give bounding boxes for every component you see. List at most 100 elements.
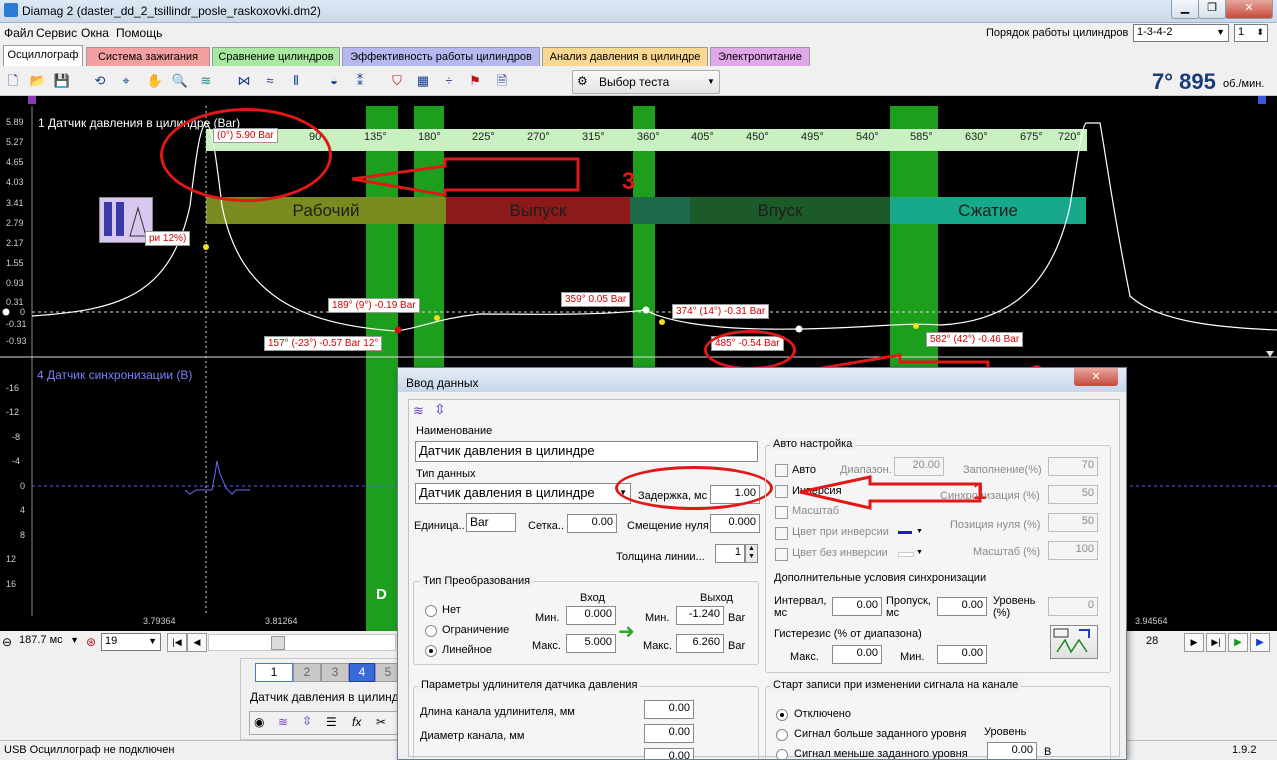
type-select[interactable]: Датчик давления в цилиндре ▼ bbox=[415, 483, 631, 504]
inversion-checkbox[interactable] bbox=[775, 485, 788, 498]
flag-icon[interactable]: ⚑ bbox=[465, 71, 485, 91]
tab-efficiency[interactable]: Эффективность работы цилиндров bbox=[342, 47, 540, 66]
start-level-input[interactable]: 0.00 bbox=[987, 742, 1037, 759]
marker-icon[interactable]: ⁑ bbox=[350, 71, 370, 91]
scale-checkbox[interactable] bbox=[775, 506, 788, 519]
tab-ignition[interactable]: Система зажигания bbox=[86, 47, 210, 66]
marker-point[interactable] bbox=[394, 326, 402, 334]
down-arrow-icon[interactable] bbox=[1266, 351, 1274, 357]
zero-position-input[interactable]: 50 bbox=[1048, 513, 1098, 532]
compress-icon[interactable]: ⋈ bbox=[234, 71, 254, 91]
eye-icon[interactable]: ◉ bbox=[254, 715, 264, 729]
offset-input[interactable]: 0.000 bbox=[710, 514, 760, 533]
tab-power[interactable]: Электропитание bbox=[710, 47, 810, 66]
last-frame-button[interactable]: ▶| bbox=[1206, 633, 1226, 652]
auto-icon[interactable]: ◒ bbox=[324, 71, 344, 91]
dialog-close-button[interactable]: ✕ bbox=[1074, 368, 1118, 386]
in-max-input[interactable]: 5.000 bbox=[566, 634, 616, 653]
close-button[interactable]: ✕ bbox=[1225, 0, 1273, 19]
color-swatch-white[interactable] bbox=[898, 552, 914, 557]
normal-color-checkbox[interactable] bbox=[775, 548, 788, 561]
prev-frame-button[interactable]: ◀ bbox=[187, 633, 207, 652]
maximize-button[interactable]: ❐ bbox=[1198, 0, 1226, 19]
marker-point[interactable] bbox=[795, 325, 803, 333]
tab-pressure-analysis[interactable]: Анализ давления в цилиндре bbox=[542, 47, 708, 66]
scroll-thumb[interactable] bbox=[271, 636, 285, 650]
first-frame-button[interactable]: |◀ bbox=[167, 633, 187, 652]
out-min-input[interactable]: -1.240 bbox=[676, 606, 724, 625]
wave-icon[interactable]: ≈ bbox=[260, 71, 280, 91]
skip-input[interactable]: 0.00 bbox=[937, 597, 987, 616]
hand-icon[interactable]: ✋ bbox=[145, 71, 165, 91]
test-select-button[interactable]: ⚙ Выбор теста ▼ bbox=[572, 70, 720, 94]
end-marker[interactable] bbox=[1258, 96, 1266, 104]
out-max-input[interactable]: 6.260 bbox=[676, 634, 724, 653]
extension-length-input[interactable]: 0.00 bbox=[644, 700, 694, 719]
tools-icon[interactable]: ✂ bbox=[376, 715, 386, 729]
cylinder-order-select[interactable]: 1-3-4-2 ▼ bbox=[1133, 24, 1229, 42]
level-input[interactable]: 0 bbox=[1048, 597, 1098, 616]
marker-point[interactable] bbox=[913, 323, 919, 329]
marker-point[interactable] bbox=[659, 319, 665, 325]
save-icon[interactable]: 💾 bbox=[52, 71, 72, 91]
cylinder-select[interactable]: 1 ⬍ bbox=[1234, 24, 1268, 42]
unit-input[interactable]: Bar bbox=[466, 513, 516, 532]
next-frame-button[interactable]: ▶ bbox=[1184, 633, 1204, 652]
hysteresis-max-input[interactable]: 0.00 bbox=[832, 645, 882, 664]
stack-icon[interactable]: ≋ bbox=[196, 71, 216, 91]
sync-input[interactable]: 50 bbox=[1048, 485, 1098, 504]
radio-none[interactable] bbox=[425, 605, 437, 617]
radio-below-level[interactable] bbox=[776, 749, 788, 759]
menu-service[interactable]: Сервис bbox=[36, 26, 77, 40]
auto-checkbox[interactable] bbox=[775, 464, 788, 477]
play-fast-button[interactable]: ▶ bbox=[1250, 633, 1270, 652]
play-button[interactable]: ▶ bbox=[1228, 633, 1248, 652]
in-min-input[interactable]: 0.000 bbox=[566, 606, 616, 625]
period-select[interactable]: 187.7 мс ▼ bbox=[16, 633, 82, 651]
count-select[interactable]: 19 ▼ bbox=[101, 633, 161, 651]
filter-icon[interactable]: ⛉ bbox=[387, 71, 407, 91]
record-icon[interactable]: ⊛ bbox=[86, 635, 96, 649]
channel-tab-3[interactable]: 3 bbox=[321, 663, 349, 682]
zoom-out-icon[interactable]: ⊖ bbox=[2, 635, 12, 649]
vertical-arrows-icon[interactable]: ⇳ bbox=[434, 401, 446, 418]
menu-help[interactable]: Помощь bbox=[116, 26, 162, 40]
vertical-arrows-icon[interactable]: ⇳ bbox=[302, 714, 312, 728]
minimize-button[interactable]: ▁ bbox=[1171, 0, 1199, 19]
left-handle[interactable] bbox=[2, 308, 10, 316]
extension-third-input[interactable]: 0.00 bbox=[644, 748, 694, 759]
table-icon[interactable]: ▦ bbox=[413, 71, 433, 91]
tab-cylinder-compare[interactable]: Сравнение цилиндров bbox=[212, 47, 340, 66]
tab-oscillograph[interactable]: Осциллограф bbox=[3, 45, 83, 66]
open-folder-icon[interactable]: 📂 bbox=[28, 71, 48, 91]
scale-percent-input[interactable]: 100 bbox=[1048, 541, 1098, 560]
marker-point[interactable] bbox=[203, 244, 209, 250]
wave-icon[interactable]: ≋ bbox=[413, 403, 424, 419]
name-input[interactable]: Датчик давления в цилиндре bbox=[415, 441, 758, 462]
wave-icon[interactable]: ≋ bbox=[278, 715, 288, 729]
menu-windows[interactable]: Окна bbox=[81, 26, 109, 40]
function-icon[interactable]: fx bbox=[352, 715, 361, 729]
line-width-input[interactable]: 1 bbox=[715, 544, 745, 563]
fill-input[interactable]: 70 bbox=[1048, 457, 1098, 476]
scale-icon[interactable]: ÷ bbox=[439, 71, 459, 91]
extension-diameter-input[interactable]: 0.00 bbox=[644, 724, 694, 743]
spinner-icon[interactable]: ▲ ▼ bbox=[745, 544, 758, 563]
new-file-icon[interactable]: 🗋 bbox=[3, 71, 23, 91]
menu-file[interactable]: Файл bbox=[4, 26, 34, 40]
channel-tab-4[interactable]: 4 bbox=[349, 663, 375, 682]
cursor-icon[interactable]: ⌖ bbox=[116, 71, 136, 91]
marker-point[interactable] bbox=[642, 306, 650, 314]
radio-above-level[interactable] bbox=[776, 729, 788, 741]
marker-point[interactable] bbox=[434, 315, 440, 321]
hysteresis-min-input[interactable]: 0.00 bbox=[937, 645, 987, 664]
auto-sync-button[interactable] bbox=[1050, 625, 1098, 659]
scroll-track[interactable] bbox=[208, 634, 396, 651]
document-icon[interactable]: 🗎 bbox=[492, 71, 512, 91]
start-marker[interactable] bbox=[28, 96, 36, 104]
loop-icon[interactable]: ⟲ bbox=[90, 71, 110, 91]
radio-limit[interactable] bbox=[425, 625, 437, 637]
channel-tab-1[interactable]: 1 bbox=[255, 663, 293, 682]
color-swatch-blue[interactable] bbox=[898, 531, 912, 534]
split-wave-icon[interactable]: ⫴ bbox=[286, 71, 306, 91]
